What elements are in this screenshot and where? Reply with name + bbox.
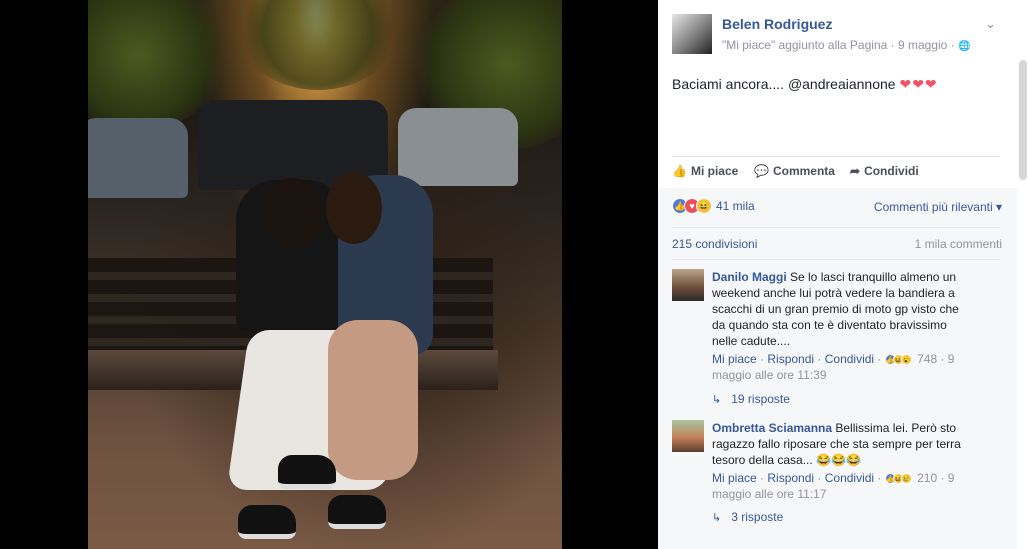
divider bbox=[672, 156, 1000, 157]
commenter-avatar[interactable] bbox=[672, 269, 704, 301]
share-button[interactable]: ➦ Condividi bbox=[850, 164, 919, 178]
replies-count: 3 risposte bbox=[731, 510, 784, 524]
divider bbox=[672, 259, 1000, 260]
post-meta: "Mi piace" aggiunto alla Pagina · 9 magg… bbox=[722, 38, 970, 52]
haha-reaction-icon[interactable]: 😆 bbox=[696, 198, 712, 214]
wow-reaction-icon: 😮 bbox=[900, 354, 912, 366]
scrollbar[interactable] bbox=[1017, 0, 1029, 549]
share-icon: ➦ bbox=[850, 164, 861, 178]
stats-row: 215 condivisioni 1 mila commenti bbox=[672, 237, 1002, 251]
comment-reply-link[interactable]: Rispondi bbox=[767, 352, 814, 366]
comment-label: Commenta bbox=[772, 164, 835, 178]
comment-button[interactable]: 💬 Commenta bbox=[754, 164, 835, 178]
post-panel: Belen Rodriguez "Mi piace" aggiunto alla… bbox=[658, 0, 1029, 549]
sad-reaction-icon: 😢 bbox=[900, 473, 912, 485]
comment-reaction-count[interactable]: 210 bbox=[917, 471, 937, 485]
comment-reply-link[interactable]: Rispondi bbox=[767, 471, 814, 485]
reply-arrow-icon: ↳ bbox=[712, 512, 722, 524]
shares-count[interactable]: 215 condivisioni bbox=[672, 237, 757, 251]
commenter-name[interactable]: Danilo Maggi bbox=[712, 270, 787, 284]
comments-count[interactable]: 1 mila commenti bbox=[915, 237, 1002, 251]
replies-count: 19 risposte bbox=[731, 392, 790, 406]
divider bbox=[672, 227, 1000, 228]
caret-down-icon: ▾ bbox=[995, 200, 1002, 214]
post-header: Belen Rodriguez "Mi piace" aggiunto alla… bbox=[672, 14, 1002, 56]
thumb-up-icon: 👍 bbox=[672, 164, 687, 178]
reaction-count[interactable]: 41 mila bbox=[716, 199, 755, 213]
like-button[interactable]: 👍 Mi piace bbox=[672, 164, 738, 178]
like-label: Mi piace bbox=[690, 164, 739, 178]
commenter-avatar[interactable] bbox=[672, 420, 704, 452]
reply-arrow-icon: ↳ bbox=[712, 394, 722, 406]
comment-share-link[interactable]: Condividi bbox=[825, 352, 874, 366]
view-replies-link[interactable]: ↳ 3 risposte bbox=[712, 510, 783, 524]
commenter-name[interactable]: Ombretta Sciamanna bbox=[712, 421, 832, 435]
globe-icon: 🌐 bbox=[958, 41, 971, 52]
comment-reaction-count[interactable]: 748 bbox=[917, 352, 937, 366]
comment-share-link[interactable]: Condividi bbox=[825, 471, 874, 485]
scrollbar-thumb[interactable] bbox=[1019, 60, 1027, 180]
sort-comments-dropdown[interactable]: Commenti più rilevanti ▾ bbox=[874, 200, 1002, 214]
chevron-down-icon[interactable]: ⌄ bbox=[985, 16, 996, 32]
post-meta-text: "Mi piace" aggiunto alla Pagina · 9 magg… bbox=[722, 38, 958, 52]
reactions-row: 👍 ♥ 😆 41 mila Commenti più rilevanti ▾ bbox=[672, 198, 1002, 216]
comment-like-link[interactable]: Mi piace bbox=[712, 352, 757, 366]
author-name[interactable]: Belen Rodriguez bbox=[722, 16, 832, 32]
post-text: Baciami ancora.... @andreaiannone ❤❤❤ bbox=[672, 76, 938, 93]
action-bar: 👍 Mi piace 💬 Commenta ➦ Condividi bbox=[672, 164, 1002, 182]
post-caption: Baciami ancora.... @andreaiannone bbox=[672, 76, 900, 92]
share-label: Condividi bbox=[864, 164, 919, 178]
comment-like-link[interactable]: Mi piace bbox=[712, 471, 757, 485]
author-avatar[interactable] bbox=[672, 14, 712, 54]
sort-label: Commenti più rilevanti bbox=[873, 200, 993, 214]
hearts-emoji: ❤❤❤ bbox=[899, 76, 938, 92]
photo-viewer bbox=[0, 0, 658, 549]
post-photo[interactable] bbox=[88, 0, 562, 549]
comment-icon: 💬 bbox=[754, 164, 769, 178]
view-replies-link[interactable]: ↳ 19 risposte bbox=[712, 392, 790, 406]
